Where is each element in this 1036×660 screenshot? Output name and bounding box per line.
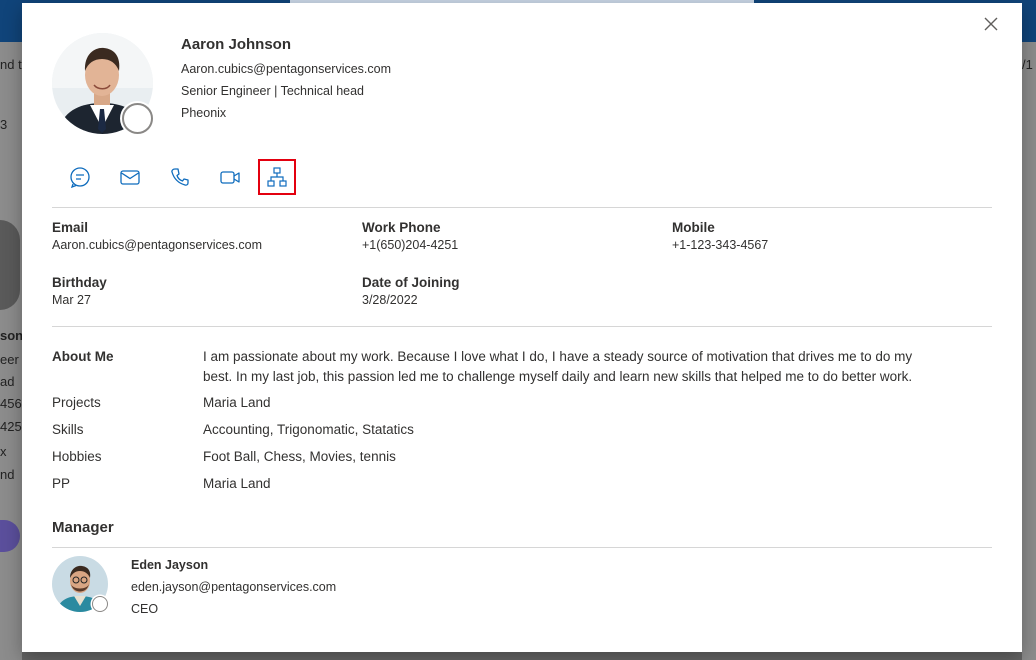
divider — [52, 547, 992, 548]
background-right-column — [1022, 42, 1036, 660]
background-text: /1 — [1022, 57, 1033, 72]
background-text: nd t — [0, 57, 22, 72]
chat-button[interactable] — [62, 159, 98, 195]
hobbies-value: Foot Ball, Chess, Movies, tennis — [203, 449, 396, 464]
date-of-joining-label: Date of Joining — [362, 275, 460, 290]
manager-presence-icon — [92, 596, 108, 612]
phone-icon — [171, 168, 189, 186]
video-icon — [220, 171, 240, 184]
email-value[interactable]: Aaron.cubics@pentagonservices.com — [52, 238, 262, 252]
work-phone-value[interactable]: +1(650)204-4251 — [362, 238, 458, 252]
about-me-label: About Me — [52, 349, 114, 364]
background-text: nd — [0, 467, 15, 482]
background-text: son — [0, 328, 24, 343]
profile-location: Pheonix — [181, 106, 227, 120]
divider — [52, 207, 992, 208]
background-avatar — [0, 220, 20, 310]
about-me-line-1: I am passionate about my work. Because I… — [203, 349, 913, 364]
background-text: x — [0, 444, 7, 459]
presence-status-icon — [122, 103, 153, 134]
org-chart-button[interactable] — [258, 159, 296, 195]
background-bottom-row — [22, 652, 1022, 660]
hobbies-label: Hobbies — [52, 449, 102, 464]
mobile-label: Mobile — [672, 220, 715, 235]
skills-value: Accounting, Trigonomatic, Statatics — [203, 422, 414, 437]
call-button[interactable] — [162, 159, 198, 195]
close-button[interactable] — [980, 13, 1002, 35]
background-text: 425 — [0, 419, 22, 434]
about-me-line-2: best. In my last job, this passion led m… — [203, 369, 913, 384]
manager-name[interactable]: Eden Jayson — [131, 558, 208, 572]
profile-dialog: Aaron Johnson Aaron.cubics@pentagonservi… — [22, 3, 1022, 652]
profile-email: Aaron.cubics@pentagonservices.com — [181, 62, 392, 76]
pp-value: Maria Land — [203, 476, 271, 491]
pp-label: PP — [52, 476, 71, 491]
skills-label: Skills — [52, 422, 84, 437]
manager-email: eden.jayson@pentagonservices.com — [131, 580, 337, 594]
manager-section-title: Manager — [52, 519, 114, 536]
profile-name: Aaron Johnson — [181, 36, 292, 53]
birthday-label: Birthday — [52, 275, 107, 290]
background-text: ad — [0, 374, 15, 389]
background-text: 456 — [0, 396, 22, 411]
mail-icon — [120, 170, 140, 185]
org-chart-icon — [267, 167, 287, 187]
manager-title: CEO — [131, 602, 159, 616]
date-of-joining-value: 3/28/2022 — [362, 293, 418, 307]
work-phone-label: Work Phone — [362, 220, 441, 235]
chat-icon — [70, 167, 90, 188]
background-text: 3 — [0, 117, 8, 132]
background-left-column — [0, 42, 22, 660]
mobile-value[interactable]: +1-123-343-4567 — [672, 238, 768, 252]
projects-label: Projects — [52, 395, 101, 410]
divider — [52, 326, 992, 327]
email-label: Email — [52, 220, 89, 235]
close-icon — [984, 17, 998, 31]
video-call-button[interactable] — [212, 159, 248, 195]
mail-button[interactable] — [112, 159, 148, 195]
birthday-value: Mar 27 — [52, 293, 91, 307]
background-text: eer — [0, 352, 19, 367]
projects-value: Maria Land — [203, 395, 271, 410]
profile-title: Senior Engineer | Technical head — [181, 84, 365, 98]
